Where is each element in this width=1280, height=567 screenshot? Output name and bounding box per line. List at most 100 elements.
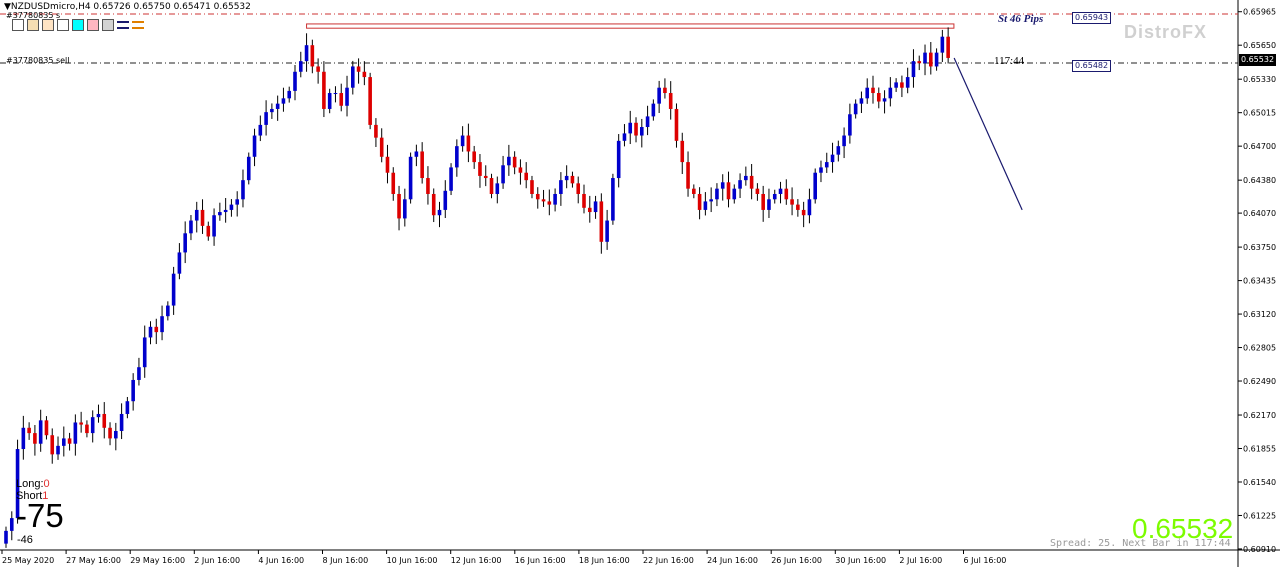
- candle-body: [79, 422, 83, 425]
- candle-body: [223, 209, 228, 213]
- candle-body: [680, 140, 685, 163]
- candle-body: [148, 326, 153, 338]
- candle-body: [616, 140, 621, 179]
- x-tick-label: 26 Jun 16:00: [771, 556, 822, 565]
- candle-body: [842, 135, 846, 147]
- candle-body: [374, 124, 378, 138]
- color-swatch[interactable]: [87, 19, 99, 31]
- candle-body: [830, 154, 835, 163]
- candle-body: [628, 122, 633, 134]
- candle-body: [102, 413, 107, 428]
- candle-body: [663, 87, 667, 94]
- candle-body: [391, 172, 396, 194]
- candle-body: [692, 188, 696, 194]
- candle-body: [437, 209, 442, 216]
- orange-lines-icon[interactable]: [132, 19, 144, 31]
- candle-body: [50, 435, 55, 455]
- x-tick-label: 29 May 16:00: [130, 556, 185, 565]
- blue-lines-icon[interactable]: [117, 19, 129, 31]
- projection-line: [953, 57, 1023, 211]
- chart-root: 0.65965 0.65650 0.65330 0.65015 0.64700 0.643…: [0, 0, 1280, 567]
- candle-body: [674, 108, 679, 141]
- candlestick-chart[interactable]: 0.65965 0.65650 0.65330 0.65015 0.64700 0.643…: [0, 0, 1280, 567]
- color-swatch[interactable]: [27, 19, 39, 31]
- candle-body: [929, 52, 933, 67]
- candle-body: [923, 52, 927, 64]
- candle-body: [495, 183, 500, 194]
- candle-body: [9, 518, 14, 531]
- candle-body: [431, 193, 436, 216]
- candle-body: [171, 273, 176, 306]
- x-tick-label: 12 Jun 16:00: [451, 556, 502, 565]
- candle-body: [738, 180, 742, 189]
- candle-body: [212, 215, 216, 237]
- candle-body: [252, 135, 257, 157]
- candle-body: [114, 430, 118, 439]
- y-tick-label: 0.65330: [1243, 75, 1276, 84]
- x-tick-label: 27 May 16:00: [66, 556, 121, 565]
- candle-body: [512, 156, 517, 168]
- candle-body: [460, 135, 465, 147]
- candle-body: [194, 209, 199, 221]
- color-swatch[interactable]: [12, 19, 24, 31]
- candle-body: [62, 438, 66, 446]
- candle-body: [732, 188, 737, 200]
- candle-body: [21, 427, 26, 450]
- candle-body: [715, 188, 719, 200]
- candle-body: [547, 201, 552, 205]
- candle-body: [853, 103, 858, 115]
- candle-body: [784, 188, 789, 200]
- y-tick-label: 0.63120: [1243, 310, 1276, 319]
- candle-body: [298, 61, 303, 72]
- candle-body: [275, 103, 280, 109]
- x-tick-label: 10 Jun 16:00: [387, 556, 438, 565]
- candle-body: [946, 36, 950, 58]
- color-swatch[interactable]: [72, 19, 84, 31]
- x-tick-label: 8 Jun 16:00: [323, 556, 369, 565]
- candle-body: [564, 175, 569, 181]
- color-swatch[interactable]: [57, 19, 69, 31]
- candle-body: [160, 316, 164, 333]
- candle-body: [582, 193, 586, 208]
- candle-body: [264, 112, 268, 125]
- y-tick-label: 0.65650: [1243, 41, 1276, 50]
- profit-pips-small: -46: [17, 534, 33, 546]
- candle-body: [379, 137, 384, 157]
- candle-body: [911, 61, 916, 78]
- long-label: Long:: [16, 478, 44, 490]
- candle-body: [611, 178, 615, 221]
- x-tick-label: 18 Jun 16:00: [579, 556, 630, 565]
- y-tick-label: 0.64700: [1243, 142, 1276, 151]
- candle-body: [645, 116, 650, 128]
- pips-annotation: St 46 Pips: [998, 13, 1044, 25]
- candle-body: [917, 61, 922, 64]
- resistance-zone: [306, 23, 955, 29]
- candle-body: [570, 175, 575, 184]
- candle-body: [634, 122, 638, 136]
- candle-body: [108, 427, 112, 439]
- candle-body: [426, 178, 430, 194]
- color-swatch[interactable]: [42, 19, 54, 31]
- candle-body: [507, 156, 511, 166]
- y-tick-label: 0.62805: [1243, 344, 1276, 353]
- upper-level-label[interactable]: 0.65943: [1072, 12, 1112, 24]
- candle-body: [258, 124, 263, 136]
- candle-body: [4, 530, 8, 544]
- lower-level-label[interactable]: 0.65482: [1072, 60, 1112, 72]
- x-tick-label: 30 Jun 16:00: [835, 556, 886, 565]
- candle-body: [27, 427, 31, 434]
- candle-body: [270, 108, 274, 113]
- candle-body: [246, 156, 251, 181]
- y-tick-label: 0.61540: [1243, 478, 1276, 487]
- candle-body: [414, 151, 419, 157]
- candle-body: [876, 93, 881, 102]
- y-tick-label: 0.65015: [1243, 109, 1276, 118]
- candle-body: [807, 199, 812, 216]
- color-swatch[interactable]: [102, 19, 114, 31]
- candle-body: [819, 167, 823, 173]
- candle-body: [455, 146, 459, 168]
- candle-body: [385, 156, 390, 173]
- candle-body: [640, 127, 644, 136]
- candle-body: [605, 220, 609, 242]
- candle-body: [559, 180, 563, 194]
